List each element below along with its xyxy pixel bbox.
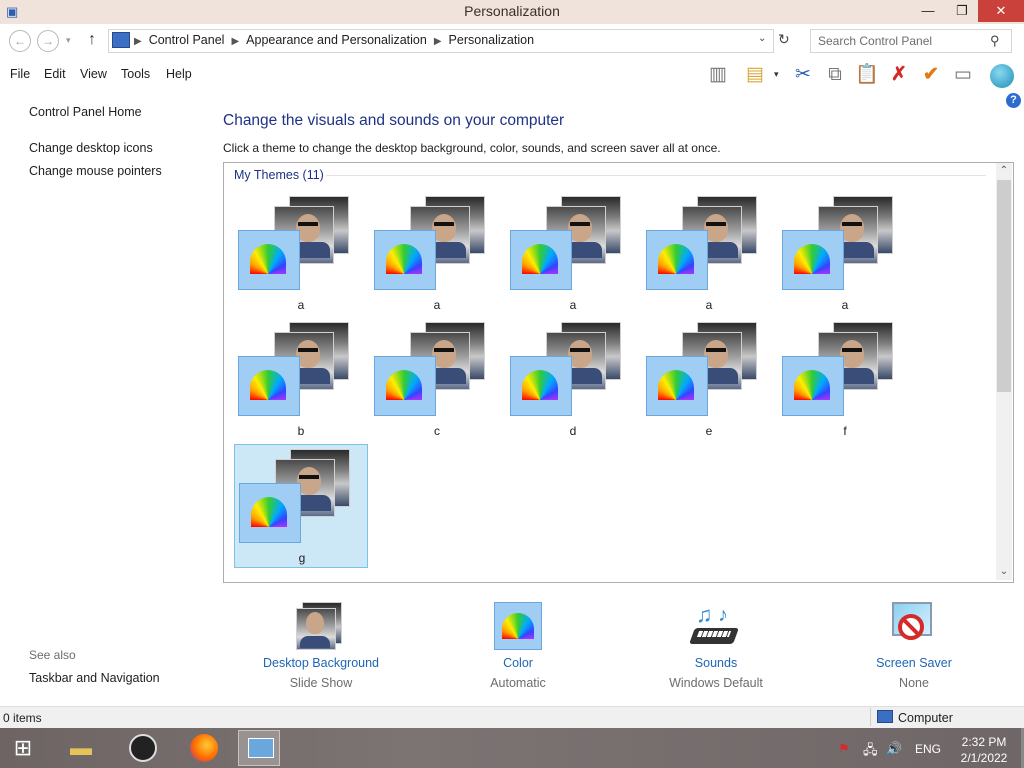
theme-tile[interactable]: c <box>370 318 504 442</box>
properties-check-icon[interactable]: ✔ <box>918 62 944 88</box>
scrollbar-thumb[interactable] <box>997 180 1011 392</box>
theme-tile[interactable]: a <box>370 192 504 316</box>
address-dropdown-chevron-icon[interactable]: ⌄ <box>758 33 766 44</box>
theme-label: f <box>843 424 847 438</box>
theme-tile[interactable]: g <box>234 444 368 568</box>
left-link-mouse-pointers[interactable]: Change mouse pointers <box>29 164 162 178</box>
obs-icon[interactable] <box>129 734 157 762</box>
globe-icon[interactable] <box>990 64 1014 88</box>
theme-label: g <box>298 551 306 565</box>
theme-tile[interactable]: f <box>778 318 912 442</box>
network-icon[interactable]: 🖧 <box>863 741 878 763</box>
theme-label: a <box>705 298 713 312</box>
left-link-desktop-icons[interactable]: Change desktop icons <box>29 141 153 155</box>
theme-label: a <box>841 298 849 312</box>
scroll-down-chevron-icon[interactable]: ⌄ <box>996 566 1012 577</box>
option-sounds-value: Windows Default <box>669 676 763 690</box>
screen-saver-icon[interactable] <box>888 600 938 650</box>
breadcrumb-control-panel[interactable]: Control Panel <box>149 33 225 47</box>
menu-help[interactable]: Help <box>166 67 192 81</box>
theme-tile[interactable]: b <box>234 318 368 442</box>
close-button[interactable]: ✕ <box>978 0 1024 22</box>
restore-button[interactable]: ❐ <box>946 0 978 22</box>
theme-tile[interactable]: a <box>506 192 640 316</box>
help-icon[interactable]: ? <box>1006 93 1021 108</box>
delete-icon[interactable]: ✗ <box>886 62 912 88</box>
firefox-icon[interactable] <box>190 734 218 762</box>
flag-warning-icon[interactable]: ⚑ <box>838 741 850 757</box>
theme-label: b <box>297 424 305 438</box>
option-color-value: Automatic <box>490 676 546 690</box>
status-location: Computer <box>898 711 953 725</box>
color-icon[interactable] <box>494 602 542 650</box>
layout-pane-icon[interactable]: ▥ <box>705 62 731 88</box>
control-panel-taskbar-icon[interactable] <box>238 730 280 766</box>
themes-group-header[interactable]: My Themes (11) <box>234 168 324 182</box>
menu-file[interactable]: File <box>10 67 30 81</box>
see-also-heading: See also <box>29 648 76 662</box>
option-screen-saver-value: None <box>899 676 929 690</box>
status-divider <box>870 708 871 726</box>
clock[interactable]: 2:32 PM 2/1/2022 <box>950 734 1018 766</box>
theme-tile[interactable]: d <box>506 318 640 442</box>
theme-label: c <box>434 424 440 438</box>
page-title: Change the visuals and sounds on your co… <box>223 112 565 129</box>
breadcrumb: ▶ Control Panel ▶ Appearance and Personaliz… <box>134 33 535 47</box>
theme-label: e <box>705 424 713 438</box>
option-desktop-background[interactable]: Desktop Background <box>241 656 401 670</box>
organize-chevron-icon[interactable]: ▾ <box>774 69 779 80</box>
sounds-icon[interactable]: ♫ ♪ <box>689 602 740 650</box>
breadcrumb-appearance[interactable]: Appearance and Personalization <box>246 33 427 47</box>
option-color[interactable]: Color <box>438 656 598 670</box>
menu-edit[interactable]: Edit <box>44 67 66 81</box>
theme-tile[interactable]: e <box>642 318 776 442</box>
file-explorer-icon[interactable]: ▬ <box>60 730 102 766</box>
rename-icon[interactable]: ▭ <box>950 62 976 88</box>
clock-date: 2/1/2022 <box>960 751 1008 765</box>
refresh-button[interactable]: ↻ <box>778 31 790 48</box>
menu-view[interactable]: View <box>80 67 107 81</box>
theme-label: a <box>433 298 441 312</box>
forward-button[interactable]: → <box>37 30 59 52</box>
theme-tile[interactable]: a <box>642 192 776 316</box>
option-sounds[interactable]: Sounds <box>636 656 796 670</box>
theme-tile[interactable]: a <box>778 192 912 316</box>
search-icon[interactable]: ⚲ <box>990 33 1000 49</box>
minimize-button[interactable]: — <box>912 0 944 22</box>
theme-label: a <box>569 298 577 312</box>
menu-tools[interactable]: Tools <box>121 67 150 81</box>
copy-icon[interactable]: ⧉ <box>822 62 848 88</box>
recent-pages-chevron-icon[interactable]: ▾ <box>66 35 71 46</box>
up-button[interactable]: ↑ <box>88 31 96 49</box>
option-desktop-background-value: Slide Show <box>289 676 353 690</box>
desktop-background-icon[interactable] <box>296 602 342 650</box>
page-description: Click a theme to change the desktop back… <box>223 141 721 155</box>
folder-options-icon[interactable]: ▤ <box>742 62 768 88</box>
left-link-home[interactable]: Control Panel Home <box>29 105 142 119</box>
scroll-up-chevron-icon[interactable]: ⌃ <box>996 165 1012 176</box>
breadcrumb-personalization[interactable]: Personalization <box>449 33 534 47</box>
group-divider <box>326 175 986 176</box>
status-item-count: 0 items <box>3 711 42 725</box>
search-input[interactable]: Search Control Panel <box>818 34 932 48</box>
language-indicator[interactable]: ENG <box>915 742 941 756</box>
window-title: Personalization <box>464 3 560 19</box>
clock-time: 2:32 PM <box>961 735 1007 749</box>
back-button[interactable]: ← <box>9 30 31 52</box>
computer-icon <box>877 710 893 723</box>
paste-icon[interactable]: 📋 <box>854 62 880 88</box>
left-link-taskbar-navigation[interactable]: Taskbar and Navigation <box>29 671 160 685</box>
theme-label: d <box>569 424 577 438</box>
volume-icon[interactable]: 🔊 <box>886 741 902 757</box>
start-windows-icon[interactable]: ⊞ <box>2 730 44 766</box>
theme-tile[interactable]: a <box>234 192 368 316</box>
option-screen-saver[interactable]: Screen Saver <box>834 656 994 670</box>
theme-label: a <box>297 298 305 312</box>
cut-icon[interactable]: ✂ <box>790 62 816 88</box>
